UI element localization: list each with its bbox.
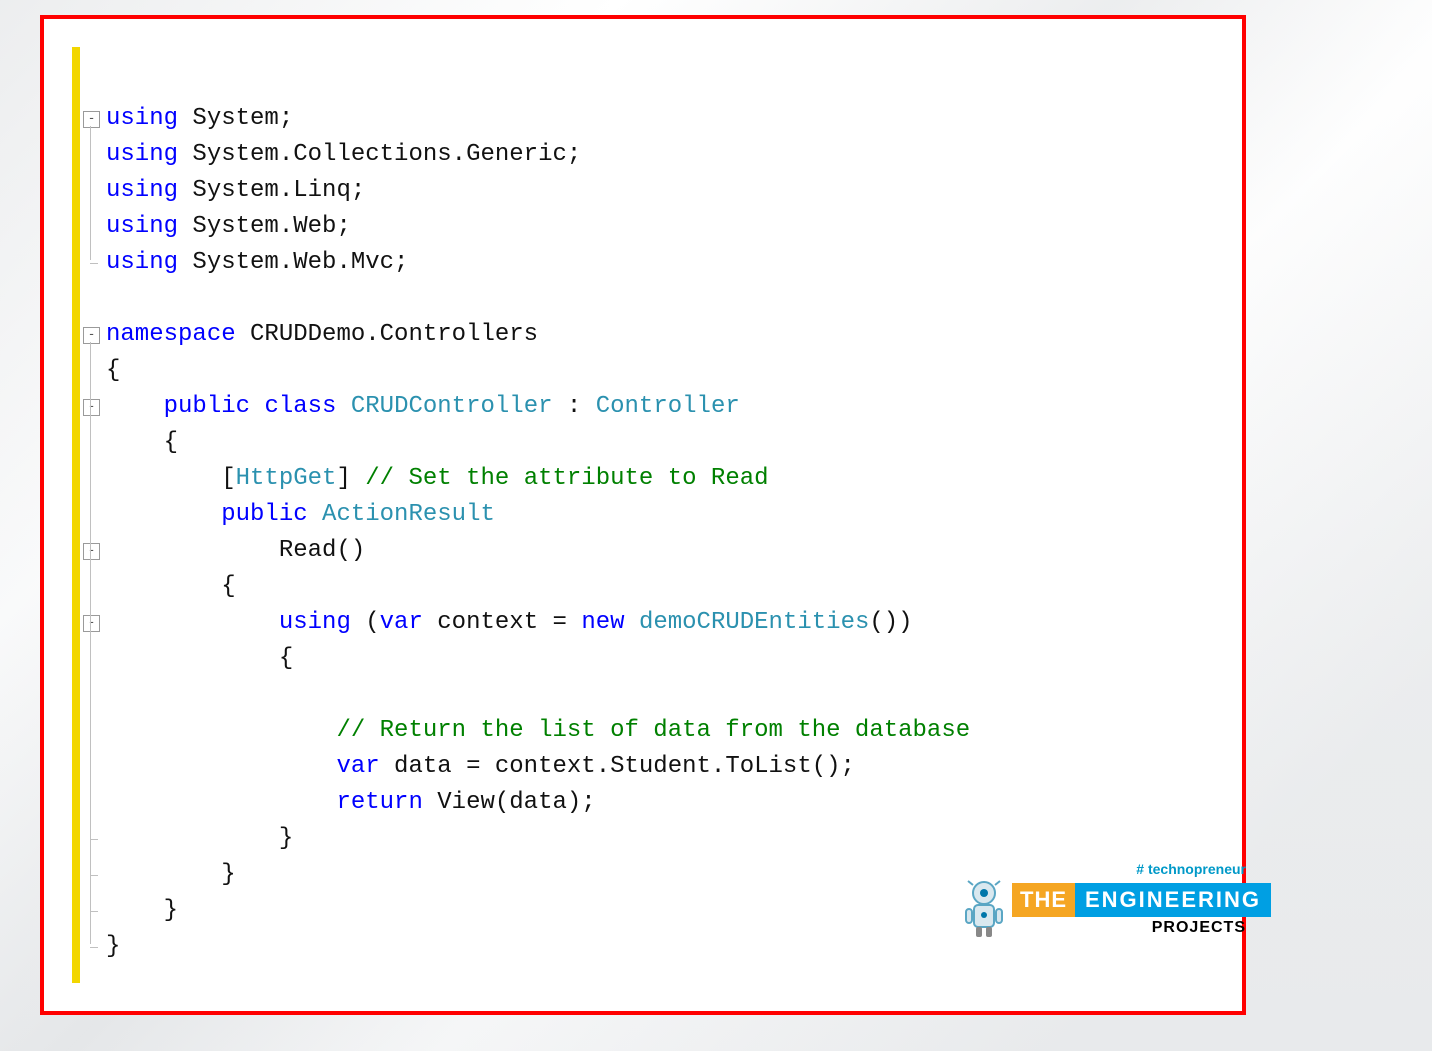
code-editor: - - - - - using System;using System.Collecti… [72,47,1214,983]
code-line: using System.Web.Mvc; [106,245,408,281]
red-frame: - - - - - using System;using System.Collecti… [40,15,1246,1015]
fold-toggle[interactable]: - [83,399,100,416]
code-line: public ActionResult [106,497,495,533]
code-line: [HttpGet] // Set the attribute to Read [106,461,769,497]
fold-toggle[interactable]: - [83,327,100,344]
code-area: using System;using System.Collections.Ge… [106,47,1214,983]
watermark-projects: PROJECTS [1152,919,1246,937]
code-line: using System.Linq; [106,173,365,209]
code-line: namespace CRUDDemo.Controllers [106,317,538,353]
code-line: var data = context.Student.ToList(); [106,749,855,785]
code-line: return View(data); [106,785,596,821]
outline-guide-end [90,875,98,876]
robot-icon [960,879,1008,939]
page-background: - - - - - using System;using System.Collecti… [0,0,1432,1051]
watermark-the: THE [1012,883,1075,917]
code-line: { [106,425,178,461]
code-line: { [106,353,120,389]
code-line: using System; [106,101,293,137]
code-line: { [106,641,293,677]
fold-toggle[interactable]: - [83,543,100,560]
outline-guide-end [90,947,98,948]
fold-toggle[interactable]: - [83,615,100,632]
outline-guide-end [90,263,98,264]
modification-bar [72,47,80,983]
code-line: // Return the list of data from the data… [106,713,970,749]
code-line: } [106,821,293,857]
code-line [106,677,279,713]
code-line: } [106,857,236,893]
outline-guide [90,126,91,260]
watermark-hash: # technopreneur [1136,861,1246,877]
code-line: public class CRUDController : Controller [106,389,740,425]
outline-guide-end [90,911,98,912]
outline-guide-end [90,839,98,840]
watermark-logo: # technopreneur THE ENGINEERING PROJECTS [952,861,1252,951]
code-line: } [106,893,178,929]
code-line: using System.Web; [106,209,351,245]
watermark-bar: THE ENGINEERING [1012,883,1271,917]
watermark-engineering: ENGINEERING [1075,883,1271,917]
code-line: { [106,569,236,605]
code-line: using System.Collections.Generic; [106,137,581,173]
fold-toggle[interactable]: - [83,111,100,128]
code-line: Read() [106,533,365,569]
code-line: } [106,929,120,965]
fold-gutter: - - - - - [80,47,106,983]
outline-guide [90,630,91,836]
code-line: using (var context = new demoCRUDEntitie… [106,605,913,641]
